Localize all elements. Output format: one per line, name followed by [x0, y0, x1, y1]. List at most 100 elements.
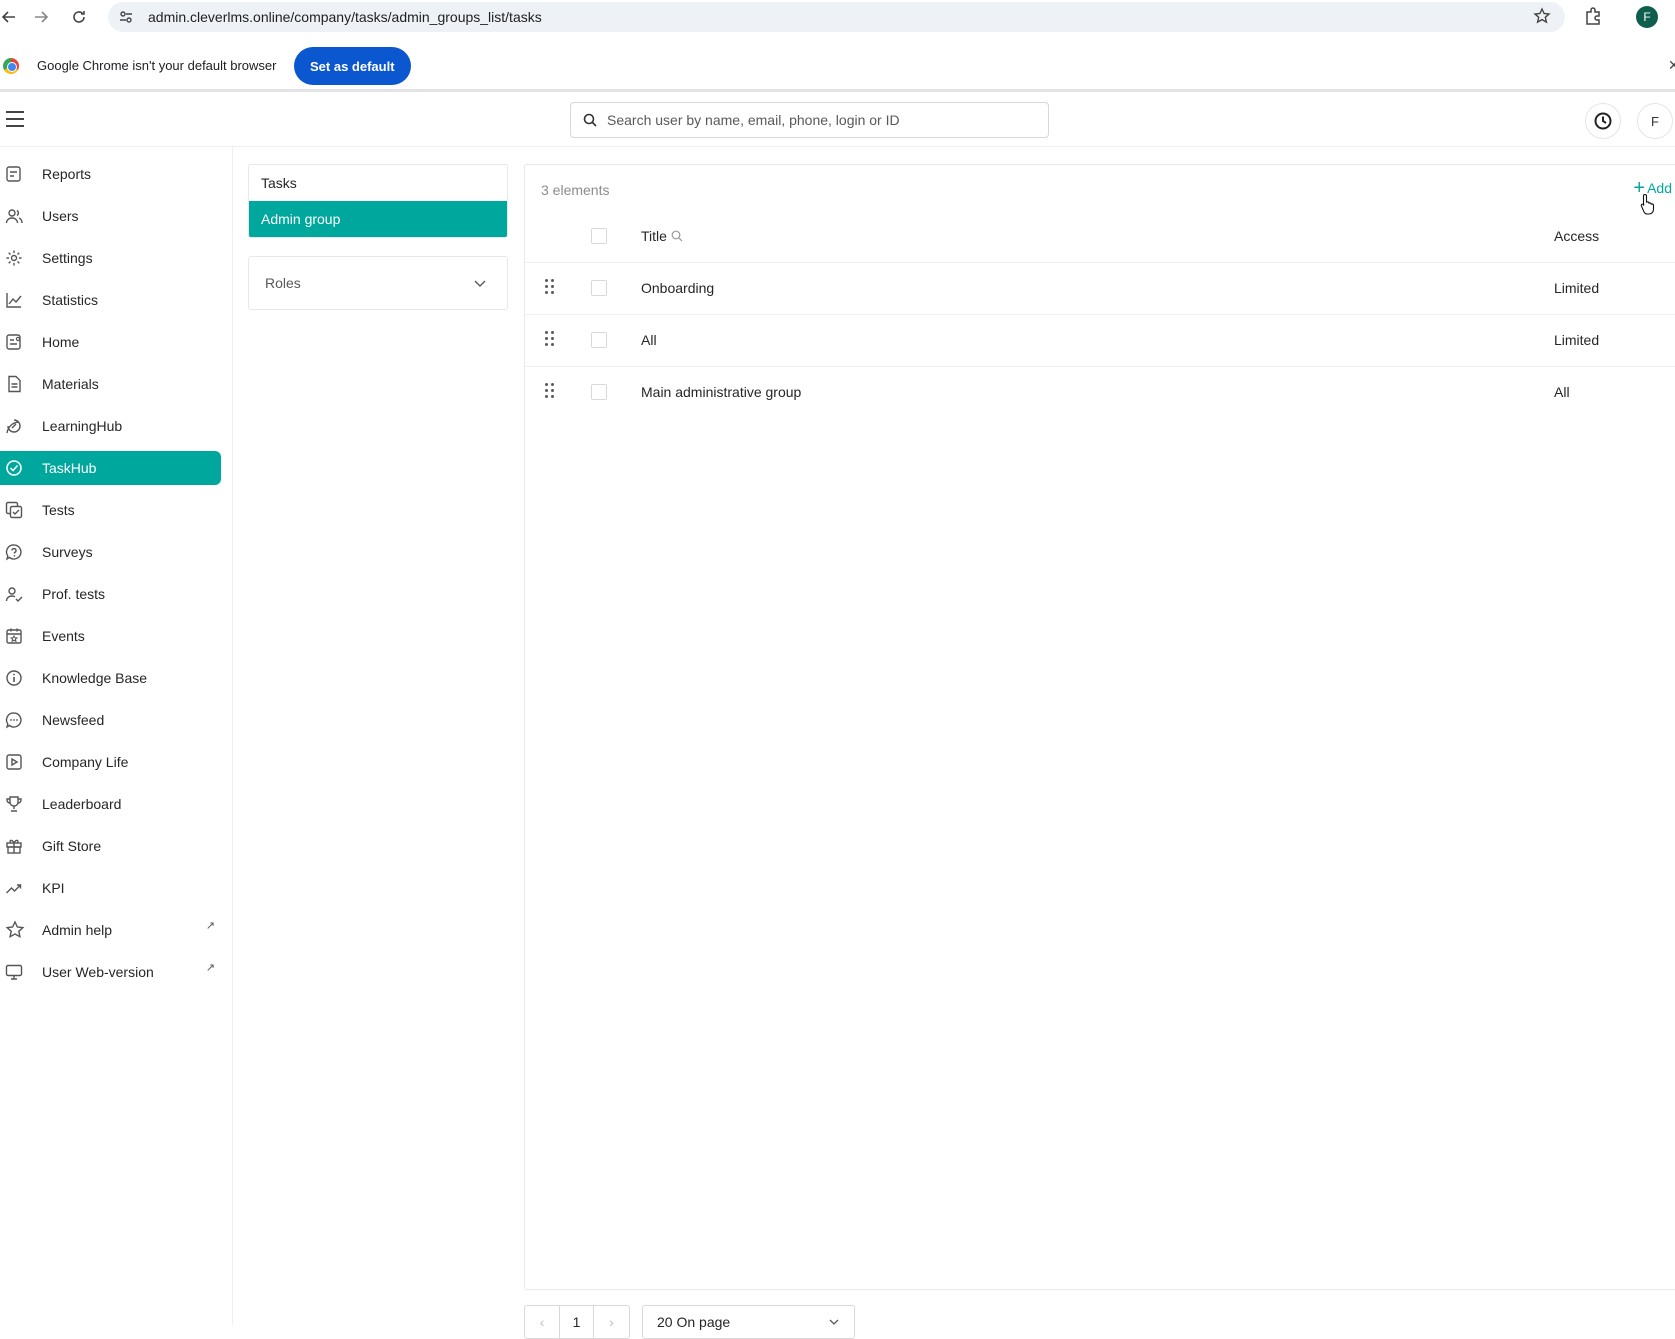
sidebar-item-kpi[interactable]: KPI [0, 871, 221, 905]
sidebar-item-settings[interactable]: Settings [0, 241, 221, 275]
row-title[interactable]: Onboarding [641, 280, 714, 296]
row-checkbox[interactable] [591, 280, 607, 296]
sidebar-item-events[interactable]: Events [0, 619, 221, 653]
select-all-checkbox[interactable] [591, 228, 607, 244]
info-icon [0, 669, 42, 687]
roles-label: Roles [265, 275, 301, 291]
sidebar-item-label: TaskHub [42, 460, 97, 476]
sidebar-item-company-life[interactable]: Company Life [0, 745, 221, 779]
sidebar-item-label: Admin help [42, 922, 113, 938]
row-title[interactable]: All [641, 332, 657, 348]
row-checkbox[interactable] [591, 384, 607, 400]
sidebar-item-label: Statistics [42, 292, 99, 308]
sidebar-item-surveys[interactable]: Surveys [0, 535, 221, 569]
star-icon [0, 920, 42, 940]
menu-toggle-icon[interactable] [6, 111, 24, 127]
search-icon[interactable] [671, 230, 683, 242]
page-size-select[interactable]: 20 On page [642, 1305, 855, 1339]
sidebar-item-gift-store[interactable]: Gift Store [0, 829, 221, 863]
browser-profile-avatar[interactable]: F [1636, 6, 1658, 28]
user-avatar[interactable]: F [1637, 103, 1673, 139]
history-button[interactable] [1585, 103, 1621, 139]
browser-toolbar: admin.cleverlms.online/company/tasks/adm… [0, 0, 1675, 34]
gear-icon [0, 249, 42, 267]
pagination: ‹ 1 › [524, 1305, 630, 1339]
chrome-logo-icon [3, 58, 19, 74]
user-search[interactable] [570, 102, 1049, 138]
url-text: admin.cleverlms.online/company/tasks/adm… [148, 9, 542, 25]
bookmark-star-icon[interactable] [1533, 7, 1551, 28]
sidebar-item-label: Surveys [42, 544, 93, 560]
sidebar-item-statistics[interactable]: Statistics [0, 283, 221, 317]
group-subnav: Tasks Admin group Roles [248, 164, 508, 310]
sidebar-item-user-web-version[interactable]: User Web-version ↗ [0, 955, 221, 989]
arrow-left-icon [1, 11, 15, 23]
sidebar-item-label: Knowledge Base [42, 670, 148, 686]
row-checkbox[interactable] [591, 332, 607, 348]
history-clock-icon [1594, 112, 1612, 130]
chevron-down-icon [829, 1319, 839, 1325]
page-number[interactable]: 1 [560, 1305, 594, 1339]
monitor-icon [0, 963, 42, 981]
sidebar-item-prof-tests[interactable]: Prof. tests [0, 577, 221, 611]
table-row[interactable]: Onboarding Limited [525, 263, 1675, 315]
table-row[interactable]: Main administrative group All [525, 367, 1675, 419]
set-as-default-button[interactable]: Set as default [294, 47, 411, 85]
reload-button[interactable] [64, 2, 94, 32]
calendar-icon [0, 627, 42, 645]
sidebar-item-label: Events [42, 628, 85, 644]
next-page-button[interactable]: › [594, 1305, 630, 1339]
drag-handle-icon[interactable] [545, 331, 555, 347]
sidebar-item-tests[interactable]: Tests [0, 493, 221, 527]
sidebar-item-users[interactable]: Users [0, 199, 221, 233]
column-title-header[interactable]: Title [641, 228, 683, 244]
prev-page-button[interactable]: ‹ [524, 1305, 560, 1339]
close-icon[interactable]: ✕ [1668, 57, 1675, 74]
drag-handle-icon[interactable] [545, 383, 555, 399]
groups-table-card: 3 elements + Add Title Access Onboarding… [524, 164, 1675, 1290]
subnav-item-tasks[interactable]: Tasks [249, 165, 507, 201]
gift-icon [0, 837, 42, 855]
row-title[interactable]: Main administrative group [641, 384, 801, 400]
sidebar-item-admin-help[interactable]: Admin help ↗ [0, 913, 221, 947]
search-input[interactable] [607, 112, 1027, 128]
search-icon [583, 113, 597, 127]
sidebar-item-leaderboard[interactable]: Leaderboard [0, 787, 221, 821]
users-icon [0, 207, 42, 225]
sidebar-item-label: KPI [42, 880, 65, 896]
group-menu: Tasks Admin group [248, 164, 508, 238]
extensions-icon[interactable] [1583, 6, 1603, 31]
site-settings-icon[interactable] [118, 8, 136, 26]
sidebar-item-home[interactable]: Home [0, 325, 221, 359]
sidebar-item-label: Leaderboard [42, 796, 122, 812]
back-button[interactable] [0, 2, 24, 32]
column-access-header: Access [1554, 228, 1600, 244]
user-check-icon [0, 585, 42, 603]
sidebar-item-knowledge-base[interactable]: Knowledge Base [0, 661, 221, 695]
sidebar-item-learninghub[interactable]: LearningHub [0, 409, 221, 443]
sidebar-item-newsfeed[interactable]: Newsfeed [0, 703, 221, 737]
forward-button[interactable] [26, 2, 56, 32]
sidebar-item-label: Home [42, 334, 80, 350]
play-icon [0, 753, 42, 771]
sidebar-item-label: Gift Store [42, 838, 102, 854]
subnav-item-admin-group[interactable]: Admin group [249, 201, 507, 237]
trend-icon [0, 879, 42, 897]
sidebar-item-label: Users [42, 208, 79, 224]
page-size-label: 20 On page [657, 1314, 731, 1330]
roles-dropdown[interactable]: Roles [248, 256, 508, 310]
drag-handle-icon[interactable] [545, 279, 555, 295]
external-link-icon: ↗ [205, 920, 215, 932]
table-row[interactable]: All Limited [525, 315, 1675, 367]
sidebar-item-reports[interactable]: Reports [0, 157, 221, 191]
table-header: Title Access [525, 211, 1675, 263]
question-bubble-icon [0, 543, 42, 561]
arrow-right-icon [35, 11, 49, 23]
infobar-message: Google Chrome isn't your default browser [37, 58, 277, 73]
address-bar[interactable]: admin.cleverlms.online/company/tasks/adm… [108, 2, 1565, 32]
sidebar-item-materials[interactable]: Materials [0, 367, 221, 401]
document-icon [0, 375, 42, 393]
sidebar-item-taskhub[interactable]: TaskHub [0, 451, 221, 485]
sidebar-item-label: Reports [42, 166, 92, 182]
app-header: F [0, 95, 1675, 147]
